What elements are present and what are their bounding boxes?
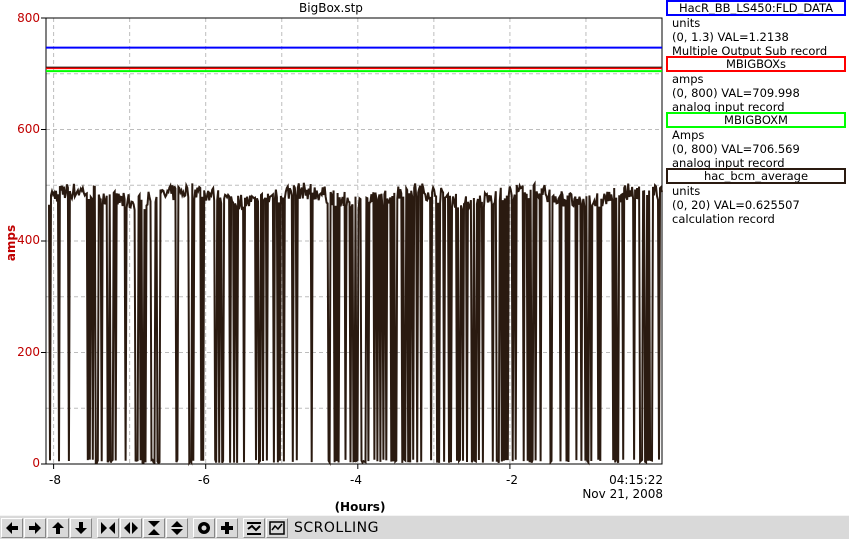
legend-range-value: (0, 800) VAL=706.569 — [672, 142, 800, 156]
x-tick-label: -4 — [350, 473, 362, 487]
end-date-label: Nov 21, 2008 — [582, 487, 663, 501]
y-tick-label: 200 — [17, 345, 40, 359]
toolbar: SCROLLING — [0, 515, 849, 539]
x-axis-label: (Hours) — [334, 500, 386, 514]
y-tick-label: 600 — [17, 122, 40, 136]
legend-units: units — [672, 184, 701, 198]
legend-name-box[interactable]: hac_bcm_average — [666, 168, 846, 184]
zoom-out-y-icon[interactable] — [166, 517, 188, 538]
scroll-status-text: SCROLLING — [294, 519, 379, 536]
legend-units: Amps — [672, 128, 705, 142]
x-tick-label: -8 — [49, 473, 61, 487]
y-axis-label: amps — [4, 224, 18, 262]
arrow-down-icon[interactable] — [70, 517, 92, 538]
plot-title: BigBox.stp — [299, 1, 363, 15]
trace-hac-bcm-average — [48, 180, 663, 467]
legend-range-value: (0, 20) VAL=0.625507 — [672, 198, 800, 212]
stagger-icon[interactable] — [243, 517, 265, 538]
legend-name-box[interactable]: HacR_BB_LS450:FLD_DATA — [666, 0, 846, 16]
arrow-right-icon[interactable] — [24, 517, 46, 538]
x-tick-label: -6 — [198, 473, 210, 487]
legend-entry[interactable]: HacR_BB_LS450:FLD_DATA units (0, 1.3) VA… — [666, 0, 849, 58]
y-tick-label: 0 — [32, 456, 40, 470]
arrow-left-icon[interactable] — [1, 517, 23, 538]
auto-scale-icon[interactable] — [193, 517, 215, 538]
legend-entry[interactable]: hac_bcm_average units (0, 20) VAL=0.6255… — [666, 168, 849, 226]
zoom-out-x-icon[interactable] — [120, 517, 142, 538]
legend-name-box[interactable]: MBIGBOXM — [666, 112, 846, 128]
add-trace-icon[interactable] — [216, 517, 238, 538]
legend-units: amps — [672, 72, 704, 86]
legend-units: units — [672, 16, 701, 30]
legend-entry[interactable]: MBIGBOXM Amps (0, 800) VAL=706.569 analo… — [666, 112, 849, 170]
legend-name-box[interactable]: MBIGBOXs — [666, 56, 846, 72]
legend-entry[interactable]: MBIGBOXs amps (0, 800) VAL=709.998 analo… — [666, 56, 849, 114]
zoom-in-x-icon[interactable] — [97, 517, 119, 538]
end-time-label: 04:15:22 — [609, 473, 663, 487]
stagger-axis-icon[interactable] — [266, 517, 288, 538]
x-tick-label: -2 — [506, 473, 518, 487]
y-tick-label: 800 — [17, 11, 40, 25]
arrow-up-icon[interactable] — [47, 517, 69, 538]
legend-range-value: (0, 1.3) VAL=1.2138 — [672, 30, 789, 44]
zoom-in-y-icon[interactable] — [143, 517, 165, 538]
legend-range-value: (0, 800) VAL=709.998 — [672, 86, 800, 100]
legend-record-type: calculation record — [672, 212, 775, 226]
